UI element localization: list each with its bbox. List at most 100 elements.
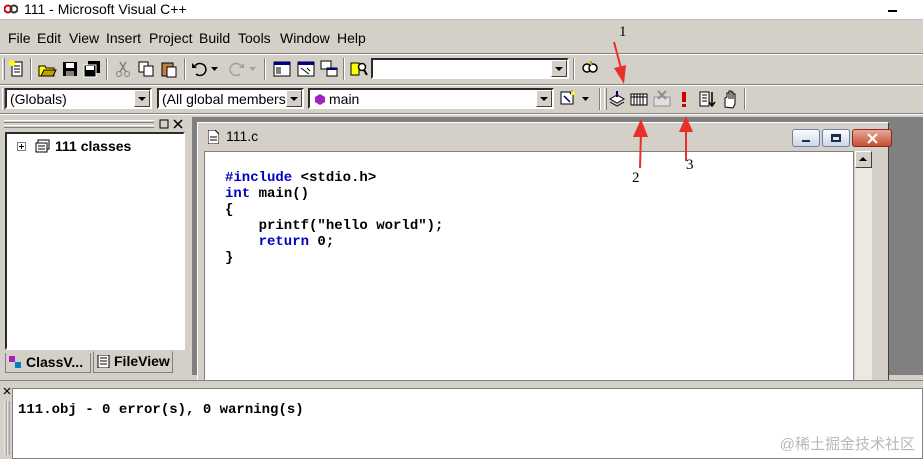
menu-bar: File Edit View Insert Project Build Tool… — [0, 27, 923, 51]
mdi-area: 111.c #include <stdio.h> int main(){ prin… — [192, 117, 923, 382]
code-text-segment: printf("hello world"); — [225, 218, 444, 234]
build-icon[interactable] — [629, 89, 649, 109]
save-all-icon[interactable] — [82, 59, 102, 79]
tab-label: FileView — [114, 353, 170, 369]
tree-item-label: 111 classes — [55, 138, 132, 154]
menu-insert[interactable]: Insert — [106, 30, 141, 46]
toolbar-separator-line — [0, 84, 923, 86]
toolbar-separator — [264, 58, 266, 80]
cut-icon[interactable] — [113, 59, 133, 79]
menu-view[interactable]: View — [69, 30, 99, 46]
maximize-button[interactable] — [822, 129, 850, 147]
output-icon[interactable] — [296, 59, 316, 79]
toolbar-grip[interactable] — [2, 58, 5, 80]
scope-combo[interactable]: (Globals) — [5, 88, 152, 109]
code-text-segment: { — [225, 202, 234, 218]
code-editor[interactable]: #include <stdio.h> int main(){ printf("he… — [204, 151, 854, 382]
chevron-down-icon[interactable] — [286, 90, 302, 107]
panel-grip[interactable] — [4, 125, 154, 128]
menu-project[interactable]: Project — [149, 30, 193, 46]
menu-help[interactable]: Help — [337, 30, 366, 46]
tab-classview[interactable]: ClassV... — [5, 353, 91, 373]
annotation-arrow-3 — [679, 116, 693, 161]
compile-icon[interactable] — [607, 89, 627, 109]
code-line: int main() — [225, 186, 443, 202]
tab-fileview[interactable]: FileView — [93, 351, 173, 373]
toolbar-separator — [106, 58, 108, 80]
stop-build-icon[interactable] — [652, 89, 672, 109]
paste-icon[interactable] — [159, 59, 179, 79]
classview-icon — [9, 356, 21, 368]
output-panel: 111.obj - 0 error(s), 0 warning(s) @稀土掘金… — [0, 380, 923, 459]
menu-file[interactable]: File — [8, 30, 31, 46]
annotation-3-label: 3 — [686, 157, 694, 173]
menu-edit[interactable]: Edit — [37, 30, 61, 46]
toolbar-separator — [573, 58, 575, 80]
vertical-scrollbar[interactable] — [855, 151, 872, 382]
window-title: 111 - Microsoft Visual C++ — [24, 1, 187, 17]
toolbar-separator-line — [0, 53, 923, 55]
menu-tools[interactable]: Tools — [238, 30, 271, 46]
menu-window[interactable]: Window — [280, 30, 330, 46]
build-result-text: 111.obj - 0 error(s), 0 warning(s) — [18, 402, 304, 418]
chevron-down-icon[interactable] — [211, 66, 219, 72]
editor-window: 111.c #include <stdio.h> int main(){ prin… — [197, 122, 892, 382]
close-button[interactable] — [852, 129, 892, 147]
breakpoint-icon[interactable] — [720, 89, 740, 109]
minimize-button[interactable] — [885, 2, 901, 16]
close-icon — [867, 133, 878, 144]
window-list-icon[interactable] — [319, 59, 339, 79]
panel-grip[interactable] — [4, 120, 154, 123]
editor-title-bar[interactable]: 111.c — [200, 125, 892, 149]
wizard-action-icon[interactable] — [558, 89, 578, 109]
panel-grip[interactable] — [2, 385, 12, 455]
classes-icon — [35, 139, 50, 153]
open-icon[interactable] — [37, 59, 57, 79]
redo-icon[interactable] — [226, 59, 246, 79]
code-keyword: return — [225, 234, 310, 250]
find-icon[interactable] — [580, 59, 600, 79]
code-text-segment: } — [225, 250, 234, 266]
toolbar-separator — [30, 58, 32, 80]
chevron-down-icon[interactable] — [551, 60, 567, 77]
chevron-down-icon[interactable] — [582, 96, 590, 102]
visual-cpp-icon — [4, 4, 18, 14]
scope-combo-value: (Globals) — [10, 91, 67, 107]
undo-icon[interactable] — [190, 59, 210, 79]
save-icon[interactable] — [60, 59, 80, 79]
find-combo[interactable] — [371, 58, 569, 79]
copy-icon[interactable] — [136, 59, 156, 79]
chevron-down-icon[interactable] — [536, 90, 552, 107]
members-combo-value: (All global members — [162, 91, 286, 107]
code-line: } — [225, 250, 443, 266]
new-text-file-icon[interactable] — [7, 59, 27, 79]
menu-build[interactable]: Build — [199, 30, 230, 46]
close-icon[interactable] — [173, 119, 183, 129]
expand-icon[interactable] — [17, 142, 26, 151]
function-combo-value: main — [329, 91, 360, 107]
code-text-segment: main() — [250, 186, 310, 202]
source-file-icon — [208, 130, 219, 144]
fileview-icon — [97, 355, 110, 368]
title-bar: 111 - Microsoft Visual C++ — [0, 0, 923, 20]
execute-icon[interactable] — [674, 89, 694, 109]
chevron-down-icon[interactable] — [249, 66, 257, 72]
chevron-down-icon[interactable] — [134, 90, 150, 107]
scroll-up-button[interactable] — [855, 151, 872, 168]
annotation-arrow-1 — [613, 41, 626, 84]
code-keyword: int — [225, 186, 251, 202]
minimize-button[interactable] — [792, 129, 820, 147]
annotation-1-label: 1 — [619, 24, 627, 40]
find-in-files-icon[interactable] — [349, 59, 369, 79]
annotation-arrow-2 — [633, 119, 648, 169]
members-combo[interactable]: (All global members — [157, 88, 304, 109]
code-text-segment: 0; — [309, 234, 335, 250]
toolbar-separator — [343, 58, 345, 80]
workspace-icon[interactable] — [272, 59, 292, 79]
watermark: @稀土掘金技术社区 — [779, 436, 915, 453]
code-text: #include <stdio.h> int main(){ printf("he… — [225, 154, 443, 298]
go-icon[interactable] — [697, 89, 717, 109]
function-combo[interactable]: main — [308, 88, 554, 109]
class-tree: 111 classes — [5, 132, 185, 350]
restore-panel-icon[interactable] — [159, 119, 169, 129]
